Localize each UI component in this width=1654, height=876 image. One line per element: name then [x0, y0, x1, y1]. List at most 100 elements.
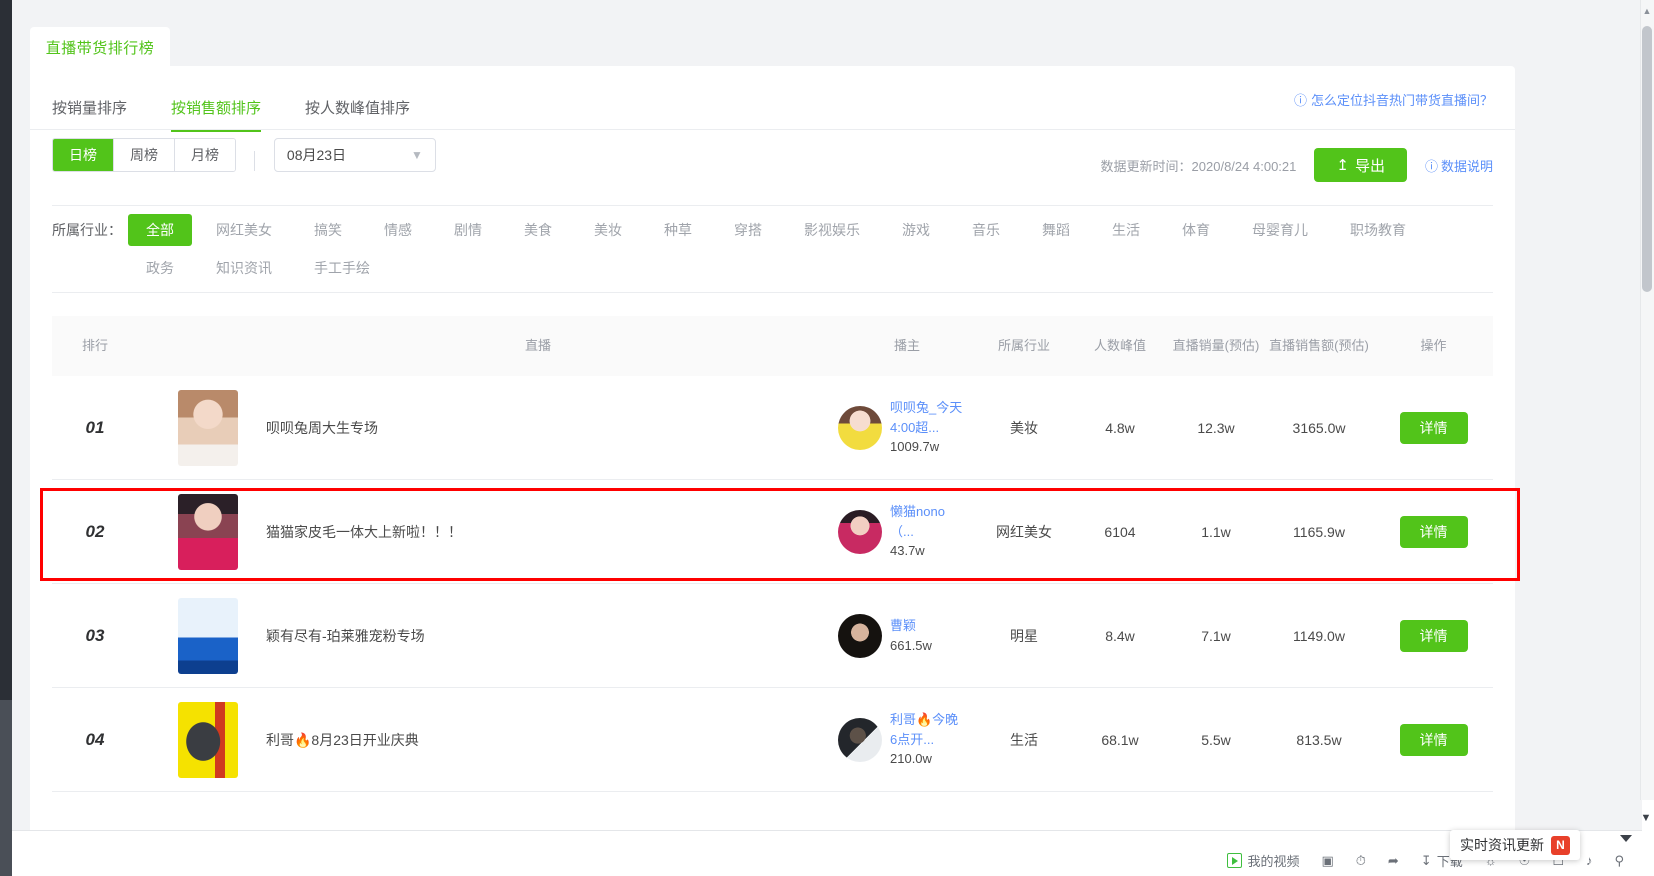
rocket-icon[interactable]: ➦ [1388, 853, 1399, 869]
upload-icon: ↥ [1336, 157, 1349, 174]
host-name[interactable]: 懒猫nono（... 43.7w [890, 502, 964, 561]
detail-button[interactable]: 详情 [1399, 515, 1468, 548]
row-volume: 12.3w [1197, 419, 1235, 436]
detail-button[interactable]: 详情 [1399, 619, 1468, 652]
industry-chip[interactable]: 穿搭 [716, 214, 780, 246]
live-title[interactable]: 颖有尽有-珀莱雅宠粉专场 [266, 626, 425, 646]
scroll-down-arrow-icon[interactable]: ▼ [1640, 812, 1652, 824]
news-badge-icon: N [1551, 835, 1570, 855]
live-title[interactable]: 呗呗兔周大生专场 [266, 418, 378, 438]
host-name[interactable]: 呗呗兔_今天4:00超... 1009.7w [890, 398, 964, 457]
date-picker-value: 08月23日 [286, 147, 347, 163]
industry-chip[interactable]: 网红美女 [198, 214, 290, 246]
th-peak: 人数峰值 [1093, 337, 1146, 353]
th-rank: 排行 [81, 337, 108, 353]
host-name[interactable]: 利哥🔥今晚6点开... 210.0w [890, 710, 964, 769]
volume-icon[interactable]: ♪ [1586, 853, 1593, 868]
industry-chip[interactable]: 职场教育 [1332, 214, 1424, 246]
download-icon: ↧ [1420, 852, 1432, 868]
th-host: 播主 [893, 338, 920, 353]
industry-chip[interactable]: 政务 [128, 252, 192, 284]
row-amount: 3165.0w [1292, 419, 1346, 436]
industry-chip[interactable]: 全部 [128, 214, 192, 246]
industry-chip[interactable]: 知识资讯 [198, 252, 290, 284]
industry-chip[interactable]: 体育 [1164, 214, 1228, 246]
date-picker[interactable]: 08月23日 ▼ [273, 138, 436, 172]
row-amount: 813.5w [1296, 731, 1342, 748]
news-update-toast[interactable]: 实时资讯更新 N [1450, 830, 1580, 860]
my-video-label: 我的视频 [1247, 854, 1300, 869]
industry-chip[interactable]: 美食 [506, 214, 570, 246]
live-thumbnail[interactable] [178, 389, 238, 466]
industry-chip[interactable]: 游戏 [884, 214, 948, 246]
period-option-daily[interactable]: 日榜 [53, 139, 114, 171]
search-icon[interactable]: ⚲ [1614, 853, 1624, 869]
tab-sort-by-volume[interactable]: 按销量排序 [52, 97, 127, 132]
row-peak: 68.1w [1101, 731, 1139, 748]
live-title[interactable]: 猫猫家皮毛一体大上新啦！！！ [266, 522, 462, 542]
clock-icon[interactable]: ⏱ [1356, 853, 1366, 869]
help-link[interactable]: ⓘ 怎么定位抖音热门带货直播间？ [1294, 90, 1493, 109]
page-tab-ranking[interactable]: 直播带货排行榜 [30, 27, 170, 67]
divider-top [30, 129, 1515, 130]
screenshot-icon[interactable]: ▣ [1321, 853, 1333, 869]
industry-chip[interactable]: 影视娱乐 [786, 214, 878, 246]
industry-filter-label: 所属行业： [52, 222, 122, 238]
detail-button[interactable]: 详情 [1399, 411, 1468, 444]
industry-chip[interactable]: 情感 [366, 214, 430, 246]
live-thumbnail[interactable] [178, 701, 238, 778]
row-rank: 03 [85, 625, 105, 645]
th-volume: 直播销量(预估) [1172, 337, 1260, 353]
page-scrollbar[interactable]: ▲ [1640, 0, 1654, 800]
industry-chip[interactable]: 种草 [646, 214, 710, 246]
tab-sort-by-peak[interactable]: 按人数峰值排序 [305, 97, 410, 132]
toolbar-expand-caret-icon[interactable] [1620, 835, 1632, 842]
scroll-up-arrow-icon[interactable]: ▲ [1642, 6, 1652, 16]
row-volume: 5.5w [1201, 731, 1231, 748]
data-update-time: 数据更新时间：2020/8/24 4:00:21 [1100, 158, 1297, 174]
host-name[interactable]: 曹颖 661.5w [890, 616, 964, 655]
row-peak: 8.4w [1105, 627, 1135, 644]
avatar[interactable] [838, 613, 882, 658]
avatar[interactable] [838, 405, 882, 450]
live-thumbnail[interactable] [178, 597, 238, 674]
industry-chip[interactable]: 母婴育儿 [1234, 214, 1326, 246]
period-option-weekly[interactable]: 周榜 [114, 139, 175, 171]
question-circle-icon: ⓘ [1424, 158, 1438, 174]
browser-left-edge-lower [0, 700, 12, 876]
th-live: 直播 [524, 338, 551, 353]
tab-sort-by-amount[interactable]: 按销售额排序 [171, 97, 262, 132]
industry-chip[interactable]: 手工手绘 [296, 252, 388, 284]
avatar[interactable] [838, 717, 882, 762]
table-row[interactable]: 02 猫猫家皮毛一体大上新啦！！！ 懒猫nono（... 43.7w 网红美女 6104 1… [52, 480, 1493, 584]
live-thumbnail[interactable] [178, 493, 238, 570]
table-row[interactable]: 03 颖有尽有-珀莱雅宠粉专场 曹颖 661.5w 明星 8.4w 7.1w 1149.0w 详… [52, 584, 1493, 688]
row-amount: 1149.0w [1293, 627, 1345, 644]
industry-chip[interactable]: 搞笑 [296, 214, 360, 246]
avatar[interactable] [838, 509, 882, 554]
host-nickname: 呗呗兔_今天4:00超... [890, 400, 963, 435]
th-action: 操作 [1420, 337, 1447, 353]
table-row[interactable]: 04 利哥🔥8月23日开业庆典 利哥🔥今晚6点开... 210.0w 生活 68.1w 5.… [52, 688, 1493, 792]
period-option-monthly[interactable]: 月榜 [175, 139, 235, 171]
host-fans: 661.5w [890, 637, 932, 653]
main-card: 按销量排序 按销售额排序 按人数峰值排序 ⓘ 怎么定位抖音热门带货直播间？ 日榜… [30, 66, 1515, 861]
export-button[interactable]: ↥ 导出 [1314, 148, 1407, 182]
industry-chip[interactable]: 舞蹈 [1024, 214, 1088, 246]
row-industry: 网红美女 [996, 523, 1052, 540]
live-title[interactable]: 利哥🔥8月23日开业庆典 [266, 730, 419, 750]
industry-chip[interactable]: 剧情 [436, 214, 500, 246]
industry-chip[interactable]: 生活 [1094, 214, 1158, 246]
host-nickname: 利哥🔥今晚6点开... [890, 712, 959, 747]
my-video-button[interactable]: 我的视频 [1227, 851, 1299, 870]
detail-button[interactable]: 详情 [1399, 723, 1468, 756]
scrollbar-thumb[interactable] [1642, 26, 1652, 292]
host-fans: 210.0w [890, 751, 932, 767]
data-note-link[interactable]: ⓘ 数据说明 [1425, 156, 1493, 175]
table-row[interactable]: 01 呗呗兔周大生专场 呗呗兔_今天4:00超... 1009.7w 美妆 4.8w 12.… [52, 376, 1493, 480]
row-rank: 04 [85, 729, 105, 749]
help-link-label: 怎么定位抖音热门带货直播间？ [1310, 93, 1493, 108]
industry-filter: 所属行业： 全部 网红美女 搞笑 情感 剧情 美食 美妆 种草 穿搭 影视娱乐 游戏 音乐 舞蹈 生活 体育… [52, 214, 1493, 290]
industry-chip[interactable]: 美妆 [576, 214, 640, 246]
industry-chip[interactable]: 音乐 [954, 214, 1018, 246]
